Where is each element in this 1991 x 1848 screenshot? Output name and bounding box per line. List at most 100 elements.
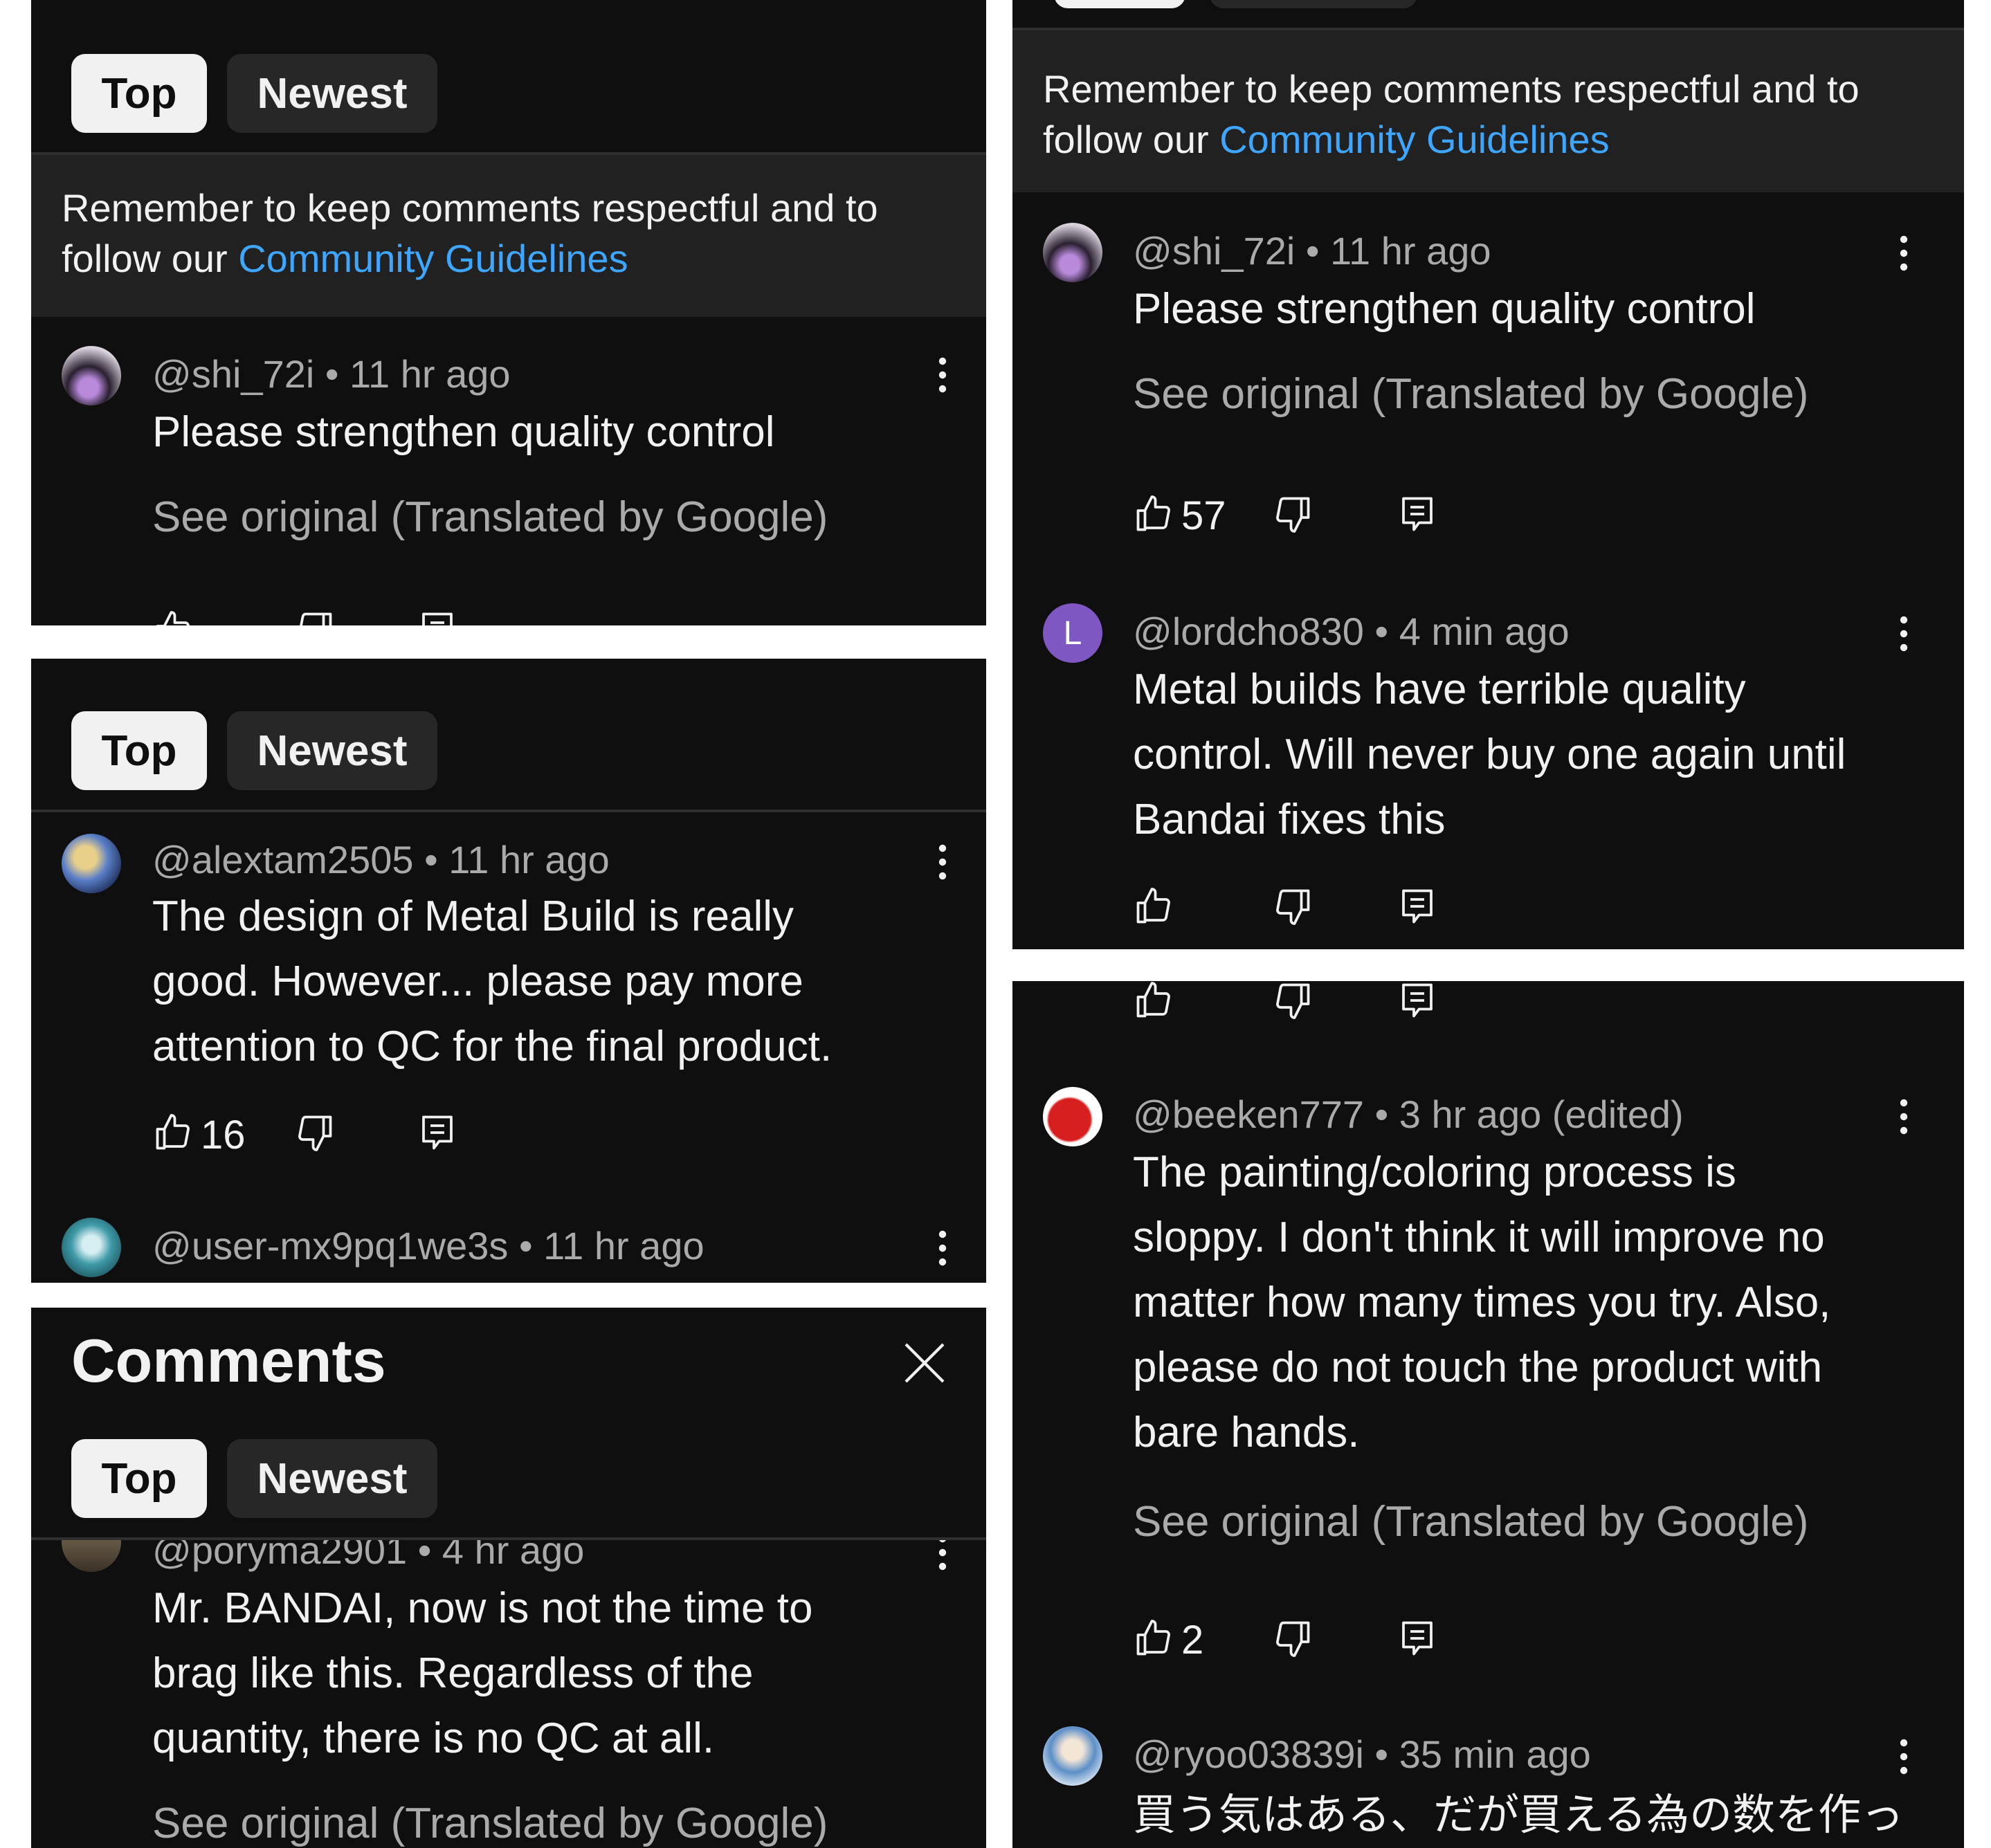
comment-author[interactable]: @shi_72i (1133, 229, 1295, 273)
tab-top[interactable]: Top (71, 711, 207, 790)
tab-top[interactable]: Top (71, 1439, 207, 1518)
comment-meta: @user-mx9pq1we3s • 11 hr ago (152, 1223, 704, 1268)
comment-meta: @shi_72i • 11 hr ago (152, 351, 511, 396)
community-guidelines-link[interactable]: Community Guidelines (1219, 118, 1609, 161)
guidelines-prefix: follow our (1043, 118, 1220, 161)
meta-separator: • (1374, 1092, 1389, 1136)
comment-time: 4 min ago (1399, 610, 1570, 653)
meta-separator: • (1305, 229, 1320, 273)
avatar-beeken[interactable] (1043, 1087, 1102, 1146)
see-original-link[interactable]: See original (Translated by Google) (152, 1799, 828, 1848)
tab-top[interactable]: Top (71, 54, 207, 133)
reply-icon[interactable] (1397, 886, 1438, 927)
comment-text: Please strengthen quality control (152, 408, 775, 456)
comment-author[interactable]: @alextam2505 (152, 838, 414, 881)
avatar-shi[interactable] (62, 346, 121, 405)
avatar-poryma[interactable] (62, 1540, 121, 1572)
more-vert-icon[interactable] (929, 1227, 956, 1269)
comment-meta: @lordcho830 • 4 min ago (1133, 609, 1570, 654)
thumb-up-icon[interactable] (1133, 886, 1174, 927)
more-vert-icon[interactable] (1890, 1736, 1918, 1777)
comment-author[interactable]: @shi_72i (152, 352, 314, 396)
comment-time: 4 hr ago (442, 1540, 585, 1572)
meta-separator: • (1374, 610, 1389, 653)
reply-icon[interactable] (1397, 493, 1438, 535)
meta-separator: • (325, 352, 339, 396)
comment-meta: @shi_72i • 11 hr ago (1133, 228, 1491, 273)
comment-time: 11 hr ago (448, 838, 610, 881)
tab-newest[interactable] (1210, 0, 1417, 8)
comment-meta: @beeken777 • 3 hr ago (edited) (1133, 1092, 1684, 1137)
thumb-down-icon[interactable] (1272, 1618, 1313, 1659)
thumb-down-icon[interactable] (1272, 493, 1313, 535)
reply-icon[interactable] (417, 609, 458, 625)
panel-comments-a: Top Newest Remember to keep comments res… (31, 0, 986, 625)
comment-author[interactable]: @poryma2901 (152, 1540, 407, 1572)
thumb-up-icon[interactable] (152, 609, 194, 625)
avatar-lordcho[interactable]: L (1043, 603, 1102, 663)
thumb-down-icon[interactable] (1272, 886, 1313, 927)
divider (31, 809, 986, 812)
comment-text: Metal builds have terrible quality contr… (1133, 666, 1846, 843)
avatar-ryoo[interactable] (1043, 1726, 1102, 1786)
tab-newest[interactable]: Newest (227, 711, 437, 790)
comment-author[interactable]: @beeken777 (1133, 1092, 1364, 1136)
more-vert-icon[interactable] (929, 354, 956, 396)
guidelines-text-line2: follow our Community Guidelines (1043, 114, 1610, 165)
meta-separator: • (1374, 1732, 1389, 1776)
panel-comments-b: Top Newest @alextam2505 • 11 hr ago The … (31, 659, 986, 1283)
thumb-down-icon[interactable] (294, 609, 336, 625)
comment-header-clipped: @poryma2901 • 4 hr ago (31, 1540, 986, 1575)
more-vert-icon[interactable] (929, 841, 956, 883)
comment-time: 35 min ago (1399, 1732, 1591, 1776)
reply-icon[interactable] (417, 1112, 458, 1153)
comment-time: 11 hr ago (349, 352, 511, 396)
guidelines-notice: Remember to keep comments respectful and… (1012, 30, 1964, 192)
reply-icon[interactable] (1397, 1618, 1438, 1659)
comment-time: 3 hr ago (edited) (1399, 1092, 1684, 1136)
reply-icon[interactable] (1397, 981, 1438, 1021)
comment-meta: @ryoo03839i • 35 min ago (1133, 1732, 1591, 1777)
tab-top[interactable] (1054, 0, 1185, 8)
avatar-shi[interactable] (1043, 223, 1102, 282)
comment-author[interactable]: @lordcho830 (1133, 610, 1364, 653)
thumb-up-icon[interactable] (1133, 493, 1174, 535)
thumb-up-icon[interactable] (1133, 1618, 1174, 1659)
see-original-link[interactable]: See original (Translated by Google) (152, 493, 828, 542)
panel-comments-d: Remember to keep comments respectful and… (1012, 0, 1964, 949)
comment-text: Please strengthen quality control (1133, 285, 1756, 333)
comment-text: The painting/coloring process is sloppy.… (1133, 1149, 1831, 1456)
comment-time: 11 hr ago (543, 1224, 704, 1268)
more-vert-icon[interactable] (929, 1540, 956, 1573)
comment-text: Mr. BANDAI, now is not the time to brag … (152, 1584, 813, 1762)
comment-meta: @poryma2901 • 4 hr ago (152, 1540, 584, 1573)
comment-author[interactable]: @ryoo03839i (1133, 1732, 1364, 1776)
panel-comments-c: Comments Top Newest @poryma2901 • 4 hr a… (31, 1308, 986, 1848)
more-vert-icon[interactable] (1890, 613, 1918, 655)
more-vert-icon[interactable] (1890, 1096, 1918, 1137)
thumb-up-icon[interactable] (1133, 981, 1174, 1021)
close-icon[interactable] (900, 1338, 949, 1388)
see-original-link[interactable]: See original (Translated by Google) (1133, 369, 1808, 419)
thumb-down-icon[interactable] (294, 1112, 336, 1153)
tab-newest[interactable]: Newest (227, 54, 437, 133)
comment-author[interactable]: @user-mx9pq1we3s (152, 1224, 508, 1268)
guidelines-text-line1: Remember to keep comments respectful and… (1043, 67, 1860, 111)
thumb-up-icon[interactable] (152, 1112, 194, 1153)
more-vert-icon[interactable] (1890, 232, 1918, 274)
page-title: Comments (71, 1326, 386, 1395)
tab-newest[interactable]: Newest (227, 1439, 437, 1518)
meta-separator: • (424, 838, 438, 881)
avatar-user-mx[interactable] (62, 1218, 121, 1277)
guidelines-notice: Remember to keep comments respectful and… (31, 155, 986, 317)
panel-comments-e: @beeken777 • 3 hr ago (edited) The paint… (1012, 981, 1964, 1848)
comment-time: 11 hr ago (1330, 229, 1491, 273)
see-original-link[interactable]: See original (Translated by Google) (1133, 1497, 1808, 1546)
thumb-down-icon[interactable] (1272, 981, 1313, 1021)
meta-separator: • (518, 1224, 533, 1268)
community-guidelines-link[interactable]: Community Guidelines (238, 237, 628, 280)
avatar-alextam[interactable] (62, 834, 121, 893)
comment-meta: @alextam2505 • 11 hr ago (152, 837, 610, 882)
comment-text: 買う気はある、だが買える為の数を作っ (1133, 1789, 1904, 1840)
comment-text: The design of Metal Build is really good… (152, 893, 833, 1070)
